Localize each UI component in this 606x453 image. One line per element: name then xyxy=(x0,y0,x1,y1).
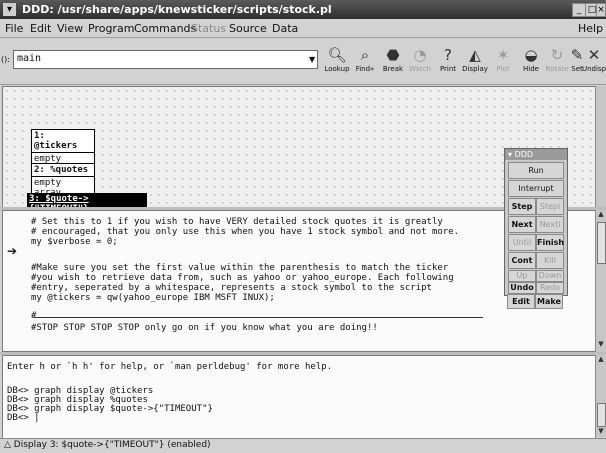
menu-program[interactable]: Program xyxy=(88,22,134,35)
execution-arrow-icon: ➔ xyxy=(7,244,18,258)
watch-button[interactable]: ◔ Watch xyxy=(405,46,435,80)
console-scrollbar[interactable]: ▲ ▼ xyxy=(595,355,606,437)
display-title: 2: %quotes xyxy=(32,164,94,177)
command-tool[interactable]: ▾ DDD Run Interrupt Step Stepi Next Next… xyxy=(504,148,568,296)
hide-icon: ◒ xyxy=(524,46,538,64)
kill-button[interactable]: Kill xyxy=(536,252,564,269)
display-quote-timeout[interactable]: 3: $quote->{"TIMEOUT"} undef xyxy=(27,193,147,207)
source-line: # encouraged, that you only use this whe… xyxy=(31,227,460,237)
menu-commands[interactable]: Commands xyxy=(134,22,196,35)
magnifier-icon: 🔍︎ xyxy=(327,46,347,64)
scroll-down-icon[interactable]: ▼ xyxy=(596,427,606,435)
undisplay-label: Undisp xyxy=(582,65,606,73)
command-tool-title[interactable]: ▾ DDD xyxy=(505,149,567,160)
stepi-button[interactable]: Stepi xyxy=(536,198,564,215)
menu-status[interactable]: Status xyxy=(191,22,226,35)
display-label: Display xyxy=(462,65,488,73)
display-button[interactable]: ◭ Display xyxy=(460,46,490,80)
status-message: Display 3: $quote->{"TIMEOUT"} (enabled) xyxy=(13,440,211,450)
source-line: #you wish to retrieve data from, such as… xyxy=(31,273,454,283)
nexti-button[interactable]: Nexti xyxy=(536,216,564,233)
scroll-up-icon[interactable]: ▲ xyxy=(596,210,606,218)
interrupt-button[interactable]: Interrupt xyxy=(508,180,564,197)
menu-help[interactable]: Help xyxy=(578,22,603,35)
up-button[interactable]: Up xyxy=(508,270,536,282)
status-text: △ Display 3: $quote->{"TIMEOUT"} (enable… xyxy=(4,440,211,450)
console-line: DB<> | xyxy=(7,413,40,423)
menu-source[interactable]: Source xyxy=(229,22,267,35)
window-title: DDD: /usr/share/apps/knewsticker/scripts… xyxy=(22,3,332,16)
print-button[interactable]: ? Print xyxy=(433,46,463,80)
debugger-console[interactable]: Enter h or `h h' for help, or `man perld… xyxy=(2,355,596,439)
command-tool-title-text: DDD xyxy=(514,150,534,159)
source-scroll-thumb[interactable] xyxy=(597,222,606,264)
find-label: Find» xyxy=(355,65,375,73)
ddd-window: ▾ DDD: /usr/share/apps/knewsticker/scrip… xyxy=(0,0,606,453)
source-line: #Make sure you set the first value withi… xyxy=(31,263,449,273)
menu-edit[interactable]: Edit xyxy=(30,22,51,35)
console-line: Enter h or `h h' for help, or `man perld… xyxy=(7,362,333,372)
source-line: my $verbose = 0; xyxy=(31,237,118,247)
plot-label: Plot xyxy=(496,65,510,73)
plot-button[interactable]: ✶ Plot xyxy=(488,46,518,80)
menu-data[interactable]: Data xyxy=(272,22,298,35)
tool-bar: (): main ▼ 🔍︎ Lookup ⌕ Find» ⬣ Break ◔ W… xyxy=(0,38,606,85)
argument-field[interactable]: main xyxy=(13,50,318,69)
print-label: Print xyxy=(439,65,457,73)
stop-sign-icon: ⬣ xyxy=(386,46,400,64)
argument-label: (): xyxy=(1,55,10,64)
break-label: Break xyxy=(382,65,404,73)
source-line: # Set this to 1 if you wish to have VERY… xyxy=(31,217,443,227)
menu-view[interactable]: View xyxy=(57,22,83,35)
find-icon: ⌕ xyxy=(360,46,370,64)
undisplay-button[interactable]: ✕ Undisp xyxy=(582,46,606,80)
undisplay-icon: ✕ xyxy=(587,46,601,64)
minimize-button[interactable]: _ xyxy=(572,3,586,17)
edit-button[interactable]: Edit xyxy=(507,294,535,309)
scroll-up-icon[interactable]: ▲ xyxy=(596,355,606,363)
lookup-label: Lookup xyxy=(324,65,350,73)
next-button[interactable]: Next xyxy=(508,216,536,233)
down-button[interactable]: Down xyxy=(536,270,564,282)
data-scrollbar[interactable] xyxy=(595,86,606,208)
plot-icon: ✶ xyxy=(496,46,510,64)
display-title: 3: $quote->{"TIMEOUT"} xyxy=(27,193,147,207)
find-button[interactable]: ⌕ Find» xyxy=(350,46,380,80)
close-button[interactable]: × xyxy=(596,3,606,17)
source-scrollbar[interactable]: ▲ ▼ xyxy=(595,210,606,352)
menu-bar: File Edit View Program Commands Status S… xyxy=(0,19,606,38)
watch-label: Watch xyxy=(409,65,431,73)
display-icon: ◭ xyxy=(469,46,481,64)
make-button[interactable]: Make xyxy=(535,294,563,309)
source-line: #STOP STOP STOP STOP only go on if you k… xyxy=(31,323,378,333)
step-button[interactable]: Step xyxy=(508,198,536,215)
console-scroll-thumb[interactable] xyxy=(597,403,606,427)
menu-file[interactable]: File xyxy=(5,22,23,35)
lookup-button[interactable]: 🔍︎ Lookup xyxy=(322,46,352,80)
until-button[interactable]: Until xyxy=(508,234,536,251)
title-bar[interactable]: ▾ DDD: /usr/share/apps/knewsticker/scrip… xyxy=(0,0,606,19)
source-line: # xyxy=(31,311,37,321)
scroll-down-icon[interactable]: ▼ xyxy=(596,340,606,348)
finish-button[interactable]: Finish xyxy=(536,234,564,251)
print-icon: ? xyxy=(444,46,452,64)
break-button[interactable]: ⬣ Break xyxy=(378,46,408,80)
redo-button[interactable]: Redo xyxy=(536,282,564,294)
run-button[interactable]: Run xyxy=(508,162,564,179)
window-menu-icon[interactable]: ▾ xyxy=(3,3,16,16)
status-bar: △ Display 3: $quote->{"TIMEOUT"} (enable… xyxy=(0,438,606,453)
argument-dropdown-icon[interactable]: ▼ xyxy=(309,55,315,64)
source-line: #entry, seperated by a whitespace, repre… xyxy=(31,283,432,293)
watch-icon: ◔ xyxy=(413,46,427,64)
display-title: 1: @tickers xyxy=(32,130,94,153)
cont-button[interactable]: Cont xyxy=(508,252,536,269)
source-line: my @tickers = qw(yahoo_europe IBM MSFT I… xyxy=(31,293,275,303)
separator xyxy=(33,317,483,318)
undo-button[interactable]: Undo xyxy=(508,282,536,294)
